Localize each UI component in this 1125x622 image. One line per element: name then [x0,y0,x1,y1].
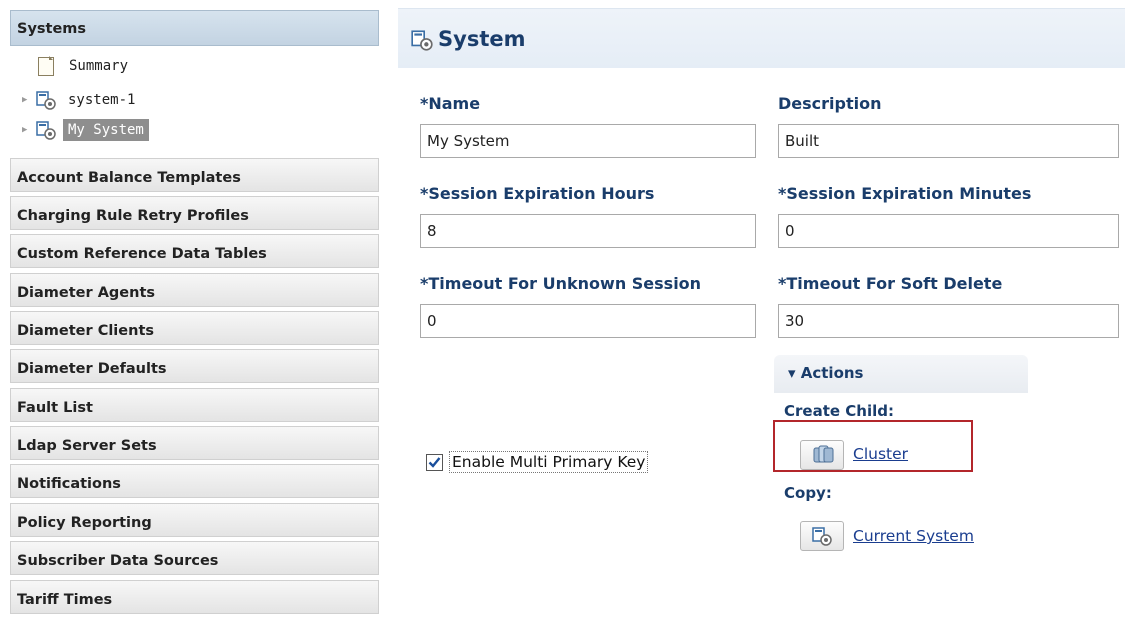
sidebar-section-diameter-defaults[interactable]: Diameter Defaults [10,349,379,383]
enable-multi-primary-key-checkbox[interactable] [426,453,443,471]
tree-item-system-1[interactable]: ▶ system-1 [22,88,140,112]
name-input[interactable]: My System [420,124,756,158]
session-expiration-minutes-label: *Session Expiration Minutes [778,184,1032,203]
session-expiration-minutes-input[interactable]: 0 [778,214,1119,248]
sidebar-section-custom-reference-data-tables[interactable]: Custom Reference Data Tables [10,234,379,268]
sidebar-section-tariff-times[interactable]: Tariff Times [10,580,379,614]
sidebar-section-notifications[interactable]: Notifications [10,464,379,498]
document-icon [38,56,54,76]
session-expiration-hours-input[interactable]: 8 [420,214,756,248]
actions-panel-header[interactable]: ▾ Actions [774,355,1028,393]
tree-expand-icon[interactable]: ▶ [22,95,32,105]
copy-label: Copy: [784,484,832,502]
current-system-link[interactable]: Current System [853,527,974,545]
sidebar-section-policy-reporting[interactable]: Policy Reporting [10,503,379,537]
session-expiration-hours-label: *Session Expiration Hours [420,184,655,203]
system-icon [35,120,57,140]
sidebar-section-fault-list[interactable]: Fault List [10,388,379,422]
timeout-soft-delete-input[interactable]: 30 [778,304,1119,338]
sidebar-section-subscriber-data-sources[interactable]: Subscriber Data Sources [10,541,379,575]
description-label: Description [778,94,882,113]
system-icon [35,90,57,110]
tree-item-label: Summary [69,58,129,74]
system-icon [410,29,434,51]
checkmark-icon [428,456,441,468]
panel-title-bar: System [398,8,1125,68]
sidebar-section-account-balance-templates[interactable]: Account Balance Templates [10,158,379,192]
tree-item-summary[interactable]: Summary [38,54,133,78]
sidebar-section-diameter-clients[interactable]: Diameter Clients [10,311,379,345]
timeout-soft-delete-label: *Timeout For Soft Delete [778,274,1003,293]
timeout-unknown-session-label: *Timeout For Unknown Session [420,274,702,293]
create-child-label: Create Child: [784,402,894,420]
sidebar-section-systems[interactable]: Systems [10,10,379,46]
system-icon [812,527,832,546]
sidebar-section-ldap-server-sets[interactable]: Ldap Server Sets [10,426,379,460]
sidebar-section-charging-rule-retry-profiles[interactable]: Charging Rule Retry Profiles [10,196,379,230]
navigation-sidebar: Systems Summary ▶ system-1 ▶ My System A… [0,0,385,622]
create-child-highlight [773,420,973,472]
enable-multi-primary-key-row[interactable]: Enable Multi Primary Key [426,451,649,473]
system-detail-panel: System *Name My System Description Built… [398,0,1125,622]
tree-item-label: My System [63,119,149,141]
sidebar-section-diameter-agents[interactable]: Diameter Agents [10,273,379,307]
name-label: *Name [420,94,481,113]
tree-item-label: system-1 [68,92,136,108]
tree-item-my-system[interactable]: ▶ My System [22,118,149,142]
tree-expand-icon[interactable]: ▶ [22,125,32,135]
current-system-button[interactable] [800,521,844,551]
timeout-unknown-session-input[interactable]: 0 [420,304,756,338]
description-input[interactable]: Built [778,124,1119,158]
page-title: System [438,27,526,51]
enable-multi-primary-key-label[interactable]: Enable Multi Primary Key [449,451,649,473]
